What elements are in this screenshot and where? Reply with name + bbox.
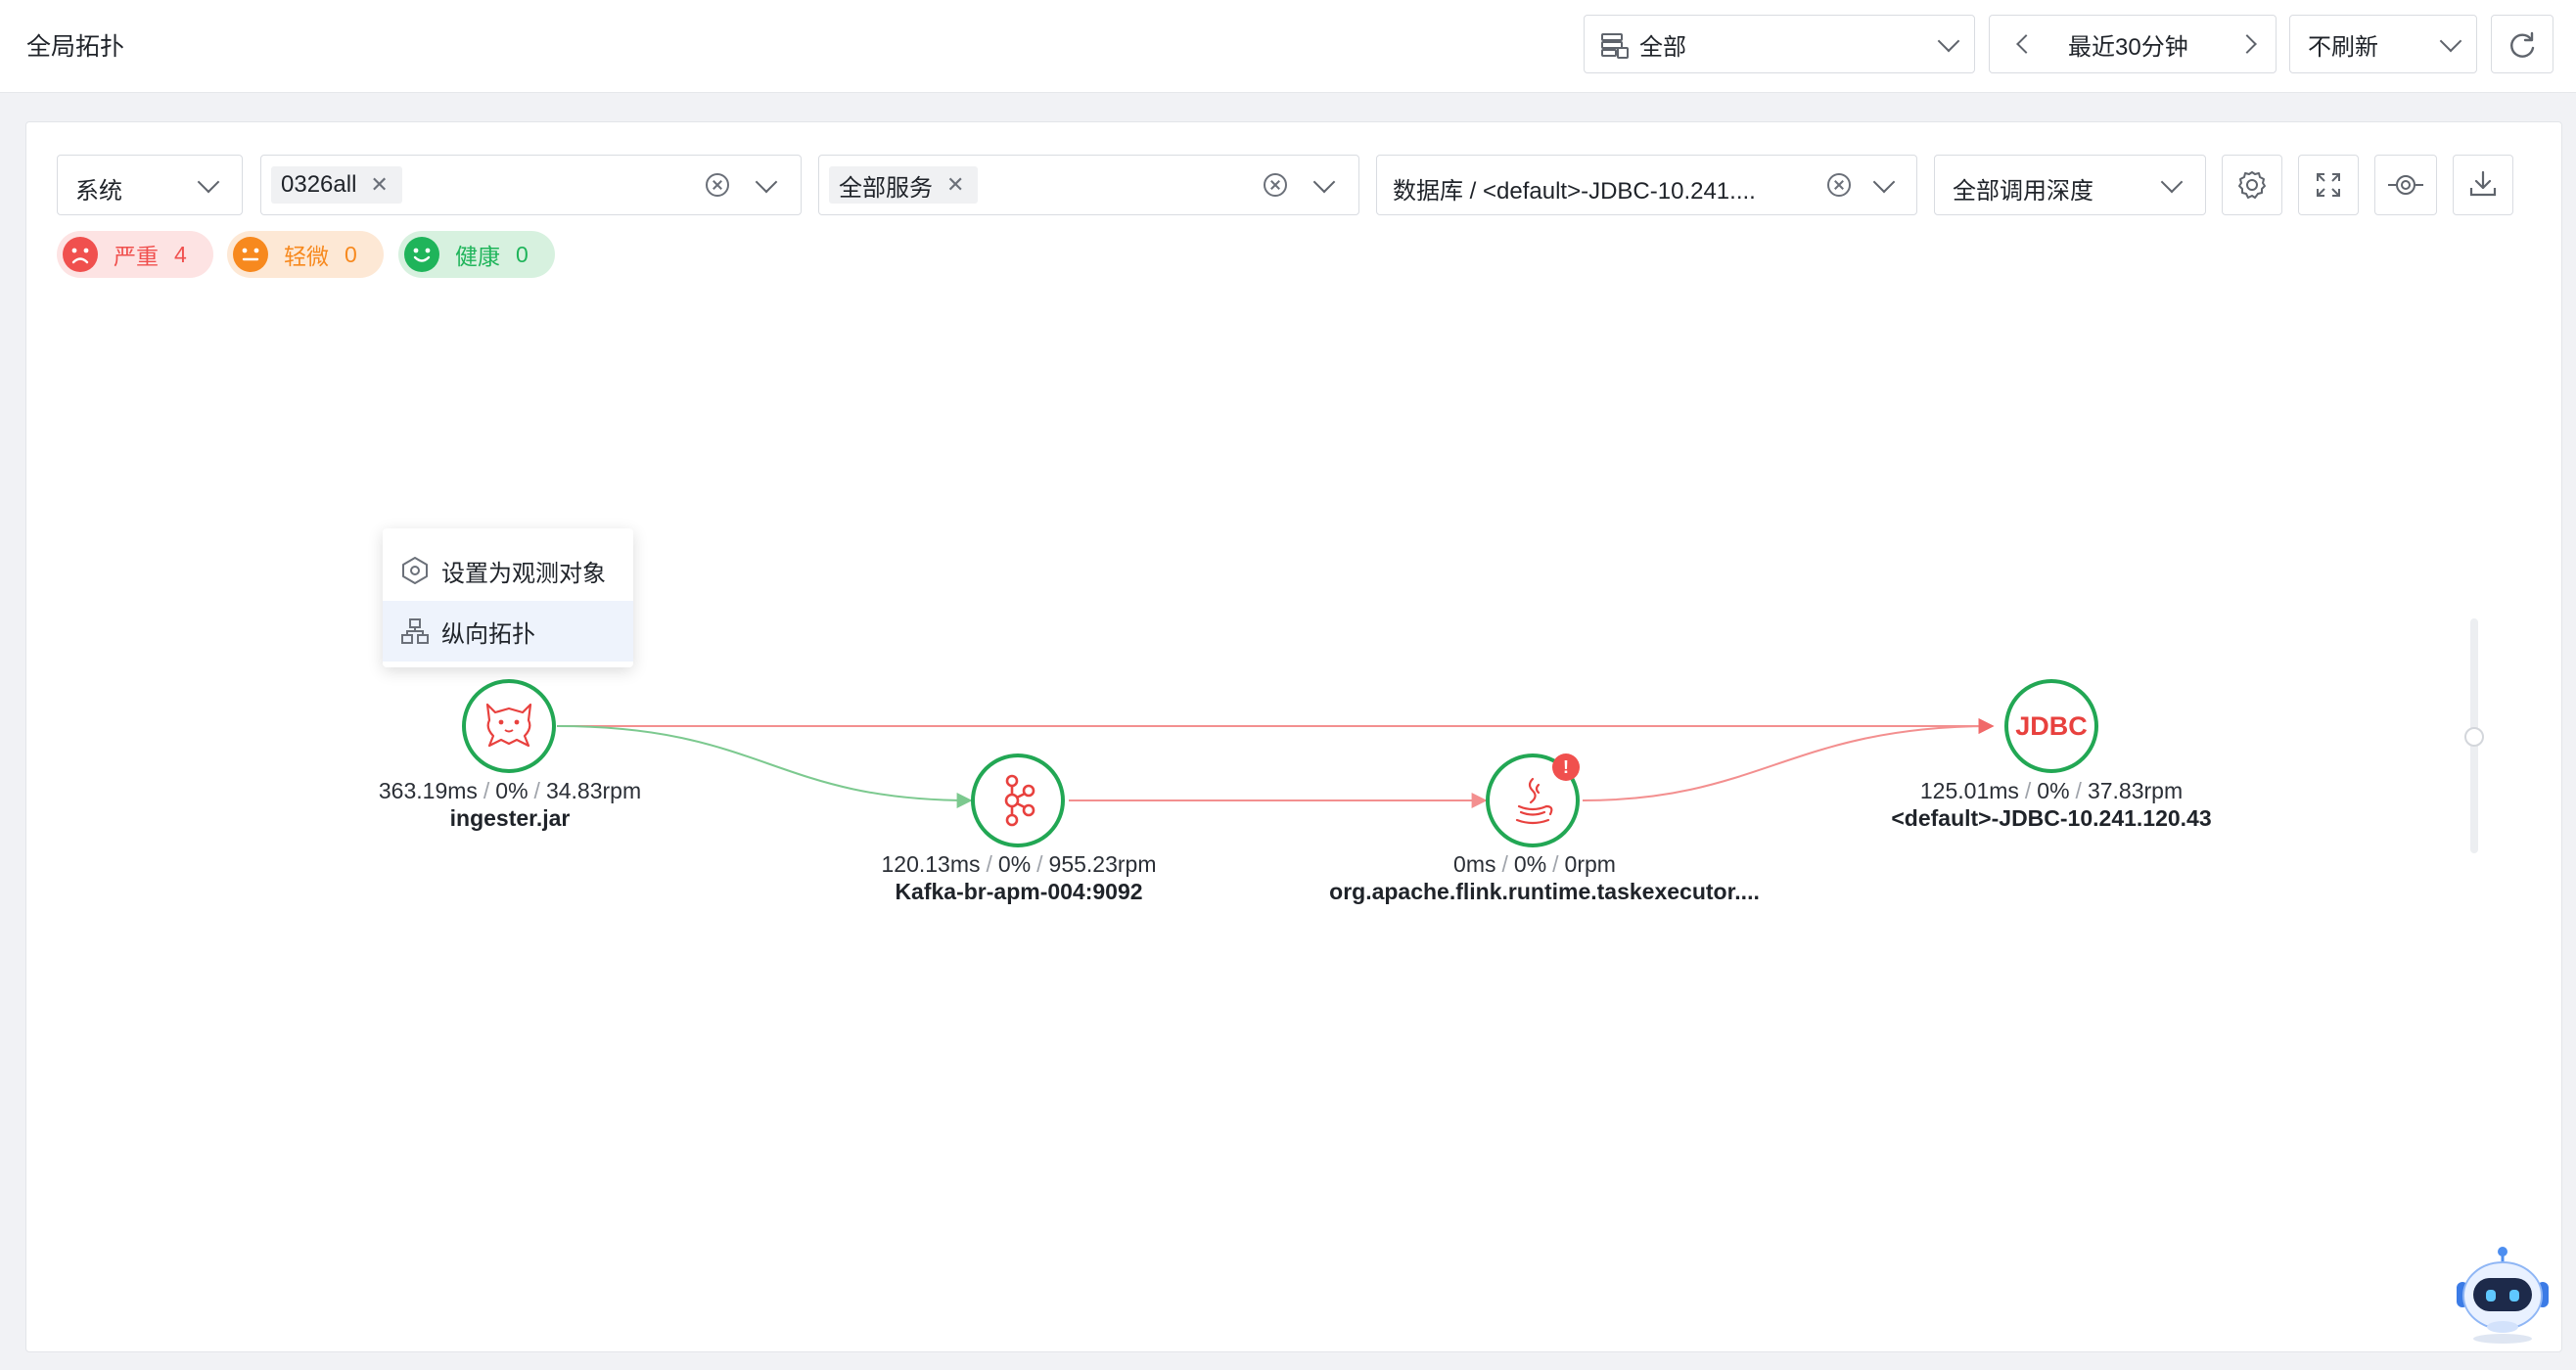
kafka-icon — [1004, 774, 1035, 827]
alert-badge: ! — [1552, 754, 1580, 781]
menu-item-label: 设置为观测对象 — [441, 560, 606, 587]
node-name: ingester.jar — [449, 805, 571, 831]
throughput-value: 37.83rpm — [2087, 778, 2184, 803]
topology-edges — [556, 718, 1995, 808]
error-rate-value: 0% — [1513, 851, 1547, 877]
node-name: Kafka-br-apm-004:9092 — [895, 879, 1143, 904]
node-name: org.apache.flink.runtime.taskexecutor...… — [1329, 879, 1760, 904]
menu-item-vertical-topology[interactable]: 纵向拓扑 — [383, 601, 633, 662]
latency-value: 0ms — [1453, 851, 1496, 877]
hierarchy-icon — [401, 618, 429, 644]
jdbc-icon: JDBC — [2015, 711, 2088, 741]
observe-icon — [402, 557, 428, 584]
node-name: <default>-JDBC-10.241.120.43 — [1891, 805, 2212, 831]
tomcat-icon — [485, 703, 532, 748]
ai-assistant-button[interactable] — [2449, 1241, 2556, 1348]
error-rate-value: 0% — [495, 778, 529, 803]
throughput-value: 34.83rpm — [545, 778, 642, 803]
zoom-slider-handle[interactable] — [2464, 727, 2484, 747]
service-node-jdbc[interactable]: JDBC — [2004, 679, 2098, 773]
menu-item-label: 纵向拓扑 — [441, 620, 535, 648]
service-node-ingester[interactable] — [462, 679, 556, 773]
node-metrics: 363.19ms/0%/34.83rpm — [378, 778, 642, 803]
menu-item-set-observe[interactable]: 设置为观测对象 — [383, 540, 633, 601]
service-node-flink[interactable]: ! — [1486, 754, 1580, 847]
service-node-kafka[interactable] — [971, 754, 1065, 847]
java-icon — [1515, 777, 1553, 825]
error-rate-value: 0% — [997, 851, 1032, 877]
throughput-value: 0rpm — [1564, 851, 1616, 877]
latency-value: 125.01ms — [1919, 778, 2019, 803]
latency-value: 120.13ms — [881, 851, 981, 877]
node-context-menu: 设置为观测对象 纵向拓扑 — [383, 528, 633, 667]
latency-value: 363.19ms — [378, 778, 478, 803]
node-metrics: 120.13ms/0%/955.23rpm — [881, 851, 1157, 877]
robot-assistant-icon — [2457, 1247, 2549, 1344]
node-metrics: 125.01ms/0%/37.83rpm — [1919, 778, 2184, 803]
throughput-value: 955.23rpm — [1048, 851, 1157, 877]
error-rate-value: 0% — [2037, 778, 2070, 803]
node-metrics: 0ms/0%/0rpm — [1453, 851, 1616, 877]
